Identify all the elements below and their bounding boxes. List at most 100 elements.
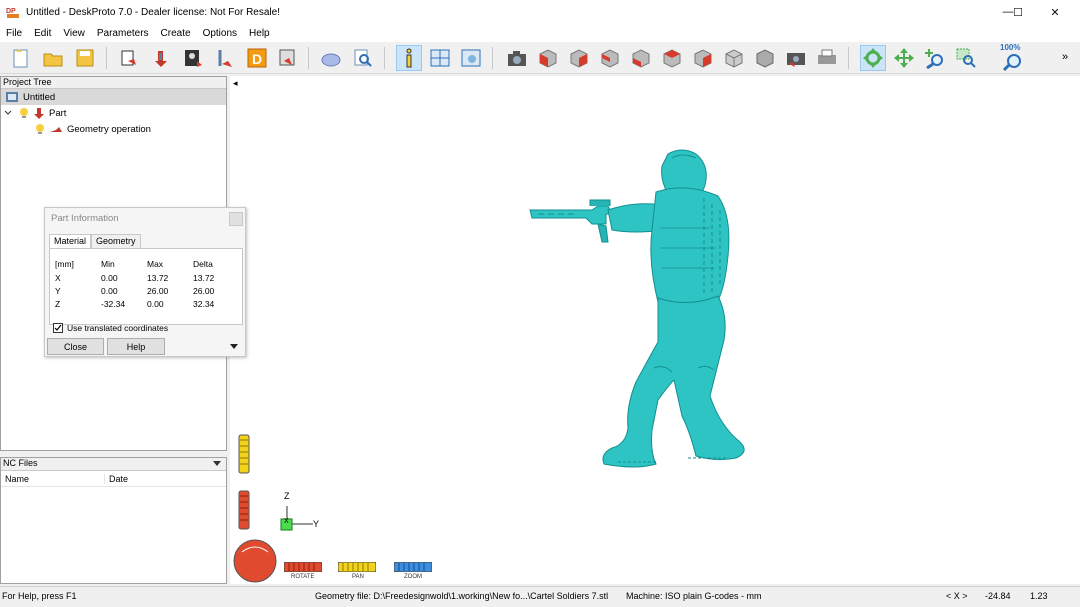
print-button[interactable] (814, 45, 840, 71)
view-3d-icon (321, 53, 341, 67)
col-min: Min (101, 259, 115, 269)
lightbulb-icon[interactable] (19, 107, 29, 119)
rotate-slider-icon[interactable] (238, 490, 250, 530)
row-min: 0.00 (101, 286, 118, 296)
rotate-control-icon[interactable] (284, 562, 322, 572)
axis-label-z: Z (284, 491, 290, 501)
part-information-dialog: Part Information Material Geometry [mm] … (44, 207, 246, 357)
column-name[interactable]: Name (1, 473, 105, 484)
view-top-button[interactable] (659, 45, 685, 71)
open-button[interactable] (40, 45, 66, 71)
tree-label-geometry-operation: Geometry operation (67, 123, 151, 135)
inspect-button[interactable] (350, 45, 376, 71)
row-delta: 13.72 (193, 273, 215, 283)
svg-text:D: D (252, 51, 262, 67)
vector-button[interactable] (212, 45, 238, 71)
tree-item-geometry-operation[interactable]: Geometry operation (35, 121, 151, 137)
pan-control-icon[interactable] (338, 562, 376, 572)
expand-arrow-icon[interactable] (229, 343, 239, 351)
nc-files-title: NC Files (3, 458, 38, 468)
bitmap-button[interactable] (180, 45, 206, 71)
view-right-button[interactable] (628, 45, 654, 71)
screenshot-icon (787, 53, 805, 67)
close-button[interactable]: ✕ (1037, 0, 1073, 24)
drawing-button[interactable]: D (244, 45, 270, 71)
menu-parameters[interactable]: Parameters (97, 28, 149, 39)
status-help: For Help, press F1 (2, 591, 77, 601)
menu-file[interactable]: File (6, 28, 22, 39)
zoom-slider-icon[interactable] (238, 434, 250, 474)
menu-help[interactable]: Help (249, 28, 270, 39)
preview-button[interactable] (458, 45, 484, 71)
nc-files-header: NC Files (1, 458, 226, 471)
menu-options[interactable]: Options (203, 28, 237, 39)
info-button[interactable] (396, 45, 422, 71)
dropdown-arrow-icon[interactable] (212, 460, 222, 468)
column-date[interactable]: Date (105, 474, 128, 484)
rotate-tool-button[interactable] (860, 45, 886, 71)
axis-nav-button[interactable]: < X > (946, 591, 968, 601)
lightbulb-icon[interactable] (35, 123, 45, 135)
row-axis: Y (55, 286, 61, 296)
app-logo-icon: DP (6, 8, 19, 18)
rotate-label: ROTATE (291, 574, 315, 580)
zoom-window-button[interactable] (953, 45, 979, 71)
row-axis: X (55, 273, 61, 283)
chevron-down-icon[interactable] (3, 108, 13, 118)
dialog-pin-button[interactable] (229, 212, 243, 226)
menu-create[interactable]: Create (161, 28, 191, 39)
row-min: -32.34 (101, 299, 126, 309)
export-button[interactable] (274, 45, 300, 71)
zoom-control-icon[interactable] (394, 562, 432, 572)
zoom-tool-button[interactable] (922, 45, 948, 71)
view-bottom-button[interactable] (690, 45, 716, 71)
view-top-icon (663, 49, 681, 68)
view-3d-button[interactable] (318, 45, 344, 71)
help-button[interactable]: Help (107, 338, 165, 355)
pan-tool-button[interactable] (891, 45, 917, 71)
new-icon (13, 49, 28, 68)
view-left-icon (601, 49, 619, 68)
3d-model-soldier[interactable] (528, 148, 808, 488)
pan-tool-icon (894, 48, 914, 68)
zoom-badge: 100% (1000, 43, 1021, 52)
status-bar: For Help, press F1 Geometry file: D:\Fre… (0, 586, 1080, 607)
nc-files-panel: NC Files Name Date (0, 457, 227, 584)
close-dialog-button[interactable]: Close (47, 338, 104, 355)
view-back-button[interactable] (566, 45, 592, 71)
toolbar-overflow-button[interactable]: » (1062, 51, 1068, 63)
collapse-panel-button[interactable]: ◂ (233, 78, 238, 89)
view-left-button[interactable] (597, 45, 623, 71)
axis-label-y: Y (313, 519, 320, 529)
new-button[interactable] (8, 45, 34, 71)
tree-item-part[interactable]: Part (3, 105, 66, 121)
tree-item-untitled[interactable]: Untitled (1, 89, 226, 105)
maximize-button[interactable]: ☐ (1000, 0, 1036, 24)
viewport-3d[interactable]: ◂ Z X Y ROTATE PAN ZOOM (230, 76, 1080, 584)
view-front-button[interactable] (535, 45, 561, 71)
screenshot-button[interactable] (783, 45, 809, 71)
info-icon (406, 48, 412, 68)
row-min: 0.00 (101, 273, 118, 283)
tree-label-part: Part (49, 107, 67, 119)
import-geometry-button[interactable] (116, 45, 142, 71)
rotate-wheel-icon[interactable] (232, 538, 278, 584)
status-machine: Machine: ISO plain G-codes - mm (626, 591, 762, 601)
print-icon (818, 49, 836, 64)
view-iso2-button[interactable] (752, 45, 778, 71)
camera-button[interactable] (504, 45, 530, 71)
checkbox-checked-icon[interactable] (53, 323, 63, 333)
tab-geometry[interactable]: Geometry (91, 234, 141, 249)
axis-label-x: X (284, 518, 289, 525)
view-iso-button[interactable] (721, 45, 747, 71)
status-coordinate: -24.84 (985, 591, 1011, 601)
split-view-button[interactable] (427, 45, 453, 71)
menu-view[interactable]: View (63, 28, 85, 39)
svg-text:DP: DP (6, 8, 16, 15)
save-button[interactable] (72, 45, 98, 71)
part-button[interactable] (148, 45, 174, 71)
tab-material[interactable]: Material (49, 234, 92, 249)
view-iso-icon (725, 49, 743, 68)
col-max: Max (147, 259, 164, 269)
menu-edit[interactable]: Edit (34, 28, 51, 39)
